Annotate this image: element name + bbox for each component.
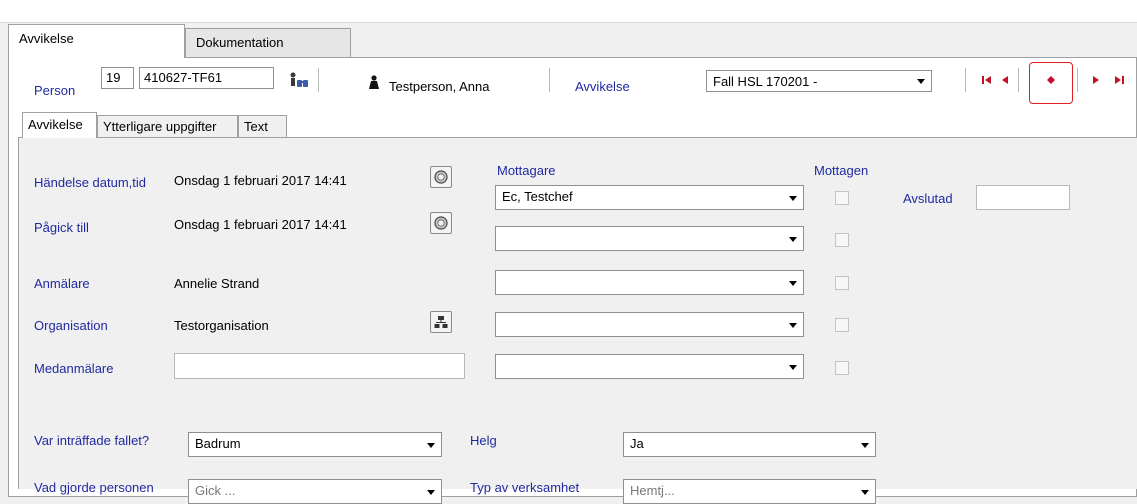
chevron-down-icon bbox=[789, 195, 797, 201]
vad-label: Vad gjorde personen bbox=[34, 480, 154, 495]
mottagare-select-1[interactable]: Ec, Testchef bbox=[495, 185, 804, 210]
avvikelse-select[interactable]: Fall HSL 170201 - bbox=[706, 70, 932, 92]
person-number-field[interactable]: 19 bbox=[101, 67, 134, 89]
helg-select[interactable]: Ja bbox=[623, 432, 876, 457]
org-chart-icon bbox=[434, 316, 448, 328]
chevron-down-icon bbox=[789, 364, 797, 370]
chevron-down-icon bbox=[917, 79, 925, 84]
window-top-strip bbox=[0, 0, 1137, 22]
medanmalare-label: Medanmälare bbox=[34, 361, 114, 376]
mottagen-checkbox-4[interactable] bbox=[835, 318, 849, 332]
organisation-value: Testorganisation bbox=[174, 318, 269, 333]
chevron-down-icon bbox=[861, 489, 869, 495]
chevron-down-icon bbox=[861, 442, 869, 448]
previous-record-icon[interactable] bbox=[996, 71, 1014, 89]
var-select-value: Badrum bbox=[195, 436, 241, 451]
vad-select-value: Gick ... bbox=[195, 483, 236, 498]
pagick-clock-button[interactable] bbox=[430, 212, 452, 234]
anmalare-label: Anmälare bbox=[34, 276, 90, 291]
avslutad-input[interactable] bbox=[976, 185, 1070, 210]
var-label: Var inträffade fallet? bbox=[34, 433, 150, 448]
typ-label: Typ av verksamhet bbox=[470, 480, 580, 495]
organisation-label: Organisation bbox=[34, 318, 108, 333]
toolbar-divider bbox=[318, 68, 319, 92]
chevron-down-icon bbox=[789, 322, 797, 328]
inner-tab-avvikelse[interactable]: Avvikelse bbox=[22, 112, 97, 138]
toolbar-divider bbox=[965, 68, 966, 92]
mottagen-checkbox-2[interactable] bbox=[835, 233, 849, 247]
inner-tab-ytterligare-uppgifter[interactable]: Ytterligare uppgifter bbox=[97, 115, 238, 137]
person-silhouette-icon bbox=[368, 75, 380, 89]
person-id-field[interactable]: 410627-TF61 bbox=[139, 67, 274, 89]
mottagen-label: Mottagen bbox=[814, 163, 869, 178]
pagick-value: Onsdag 1 februari 2017 14:41 bbox=[174, 217, 347, 232]
mottagare-select-1-value: Ec, Testchef bbox=[502, 189, 573, 204]
toolbar-divider bbox=[1018, 68, 1019, 92]
avslutad-label: Avslutad bbox=[903, 191, 953, 206]
avvikelse-label: Avvikelse bbox=[575, 79, 630, 94]
typ-select[interactable]: Hemtj... bbox=[623, 479, 876, 504]
organisation-tree-button[interactable] bbox=[430, 311, 452, 333]
handelse-clock-button[interactable] bbox=[430, 166, 452, 188]
tab-dokumentation[interactable]: Dokumentation bbox=[185, 28, 351, 58]
chevron-down-icon bbox=[789, 236, 797, 242]
first-record-icon[interactable] bbox=[978, 71, 996, 89]
vad-select[interactable]: Gick ... bbox=[188, 479, 442, 504]
toolbar-divider bbox=[1077, 68, 1078, 92]
tab-avvikelse[interactable]: Avvikelse bbox=[8, 24, 185, 58]
toolbar-divider bbox=[549, 68, 550, 92]
mottagare-select-5[interactable] bbox=[495, 354, 804, 379]
medanmalare-input[interactable] bbox=[174, 353, 465, 379]
handelse-label: Händelse datum,tid bbox=[34, 175, 147, 190]
mottagare-label: Mottagare bbox=[497, 163, 556, 178]
window-top-divider bbox=[0, 22, 1137, 23]
mottagare-select-2[interactable] bbox=[495, 226, 804, 251]
mottagare-select-3[interactable] bbox=[495, 270, 804, 295]
avvikelse-select-value: Fall HSL 170201 - bbox=[713, 74, 818, 89]
chevron-down-icon bbox=[789, 280, 797, 286]
next-record-icon[interactable] bbox=[1087, 71, 1105, 89]
helg-label: Helg bbox=[470, 433, 497, 448]
anmalare-value: Annelie Strand bbox=[174, 276, 260, 291]
mottagen-checkbox-3[interactable] bbox=[835, 276, 849, 290]
var-select[interactable]: Badrum bbox=[188, 432, 442, 457]
last-record-icon[interactable] bbox=[1110, 71, 1128, 89]
person-label: Person bbox=[34, 83, 76, 98]
mottagen-checkbox-1[interactable] bbox=[835, 191, 849, 205]
handelse-value: Onsdag 1 februari 2017 14:41 bbox=[174, 173, 347, 188]
pagick-label: Pågick till bbox=[34, 220, 89, 235]
inner-tab-text[interactable]: Text bbox=[238, 115, 287, 137]
typ-select-value: Hemtj... bbox=[630, 483, 675, 498]
mottagen-checkbox-5[interactable] bbox=[835, 361, 849, 375]
binoculars-icon[interactable] bbox=[285, 70, 311, 90]
patient-name: Testperson, Anna bbox=[389, 79, 490, 94]
mottagare-select-4[interactable] bbox=[495, 312, 804, 337]
current-record-icon[interactable] bbox=[1042, 71, 1060, 89]
helg-select-value: Ja bbox=[630, 436, 644, 451]
clock-icon bbox=[434, 216, 448, 230]
clock-icon bbox=[434, 170, 448, 184]
chevron-down-icon bbox=[427, 442, 435, 448]
chevron-down-icon bbox=[427, 489, 435, 495]
